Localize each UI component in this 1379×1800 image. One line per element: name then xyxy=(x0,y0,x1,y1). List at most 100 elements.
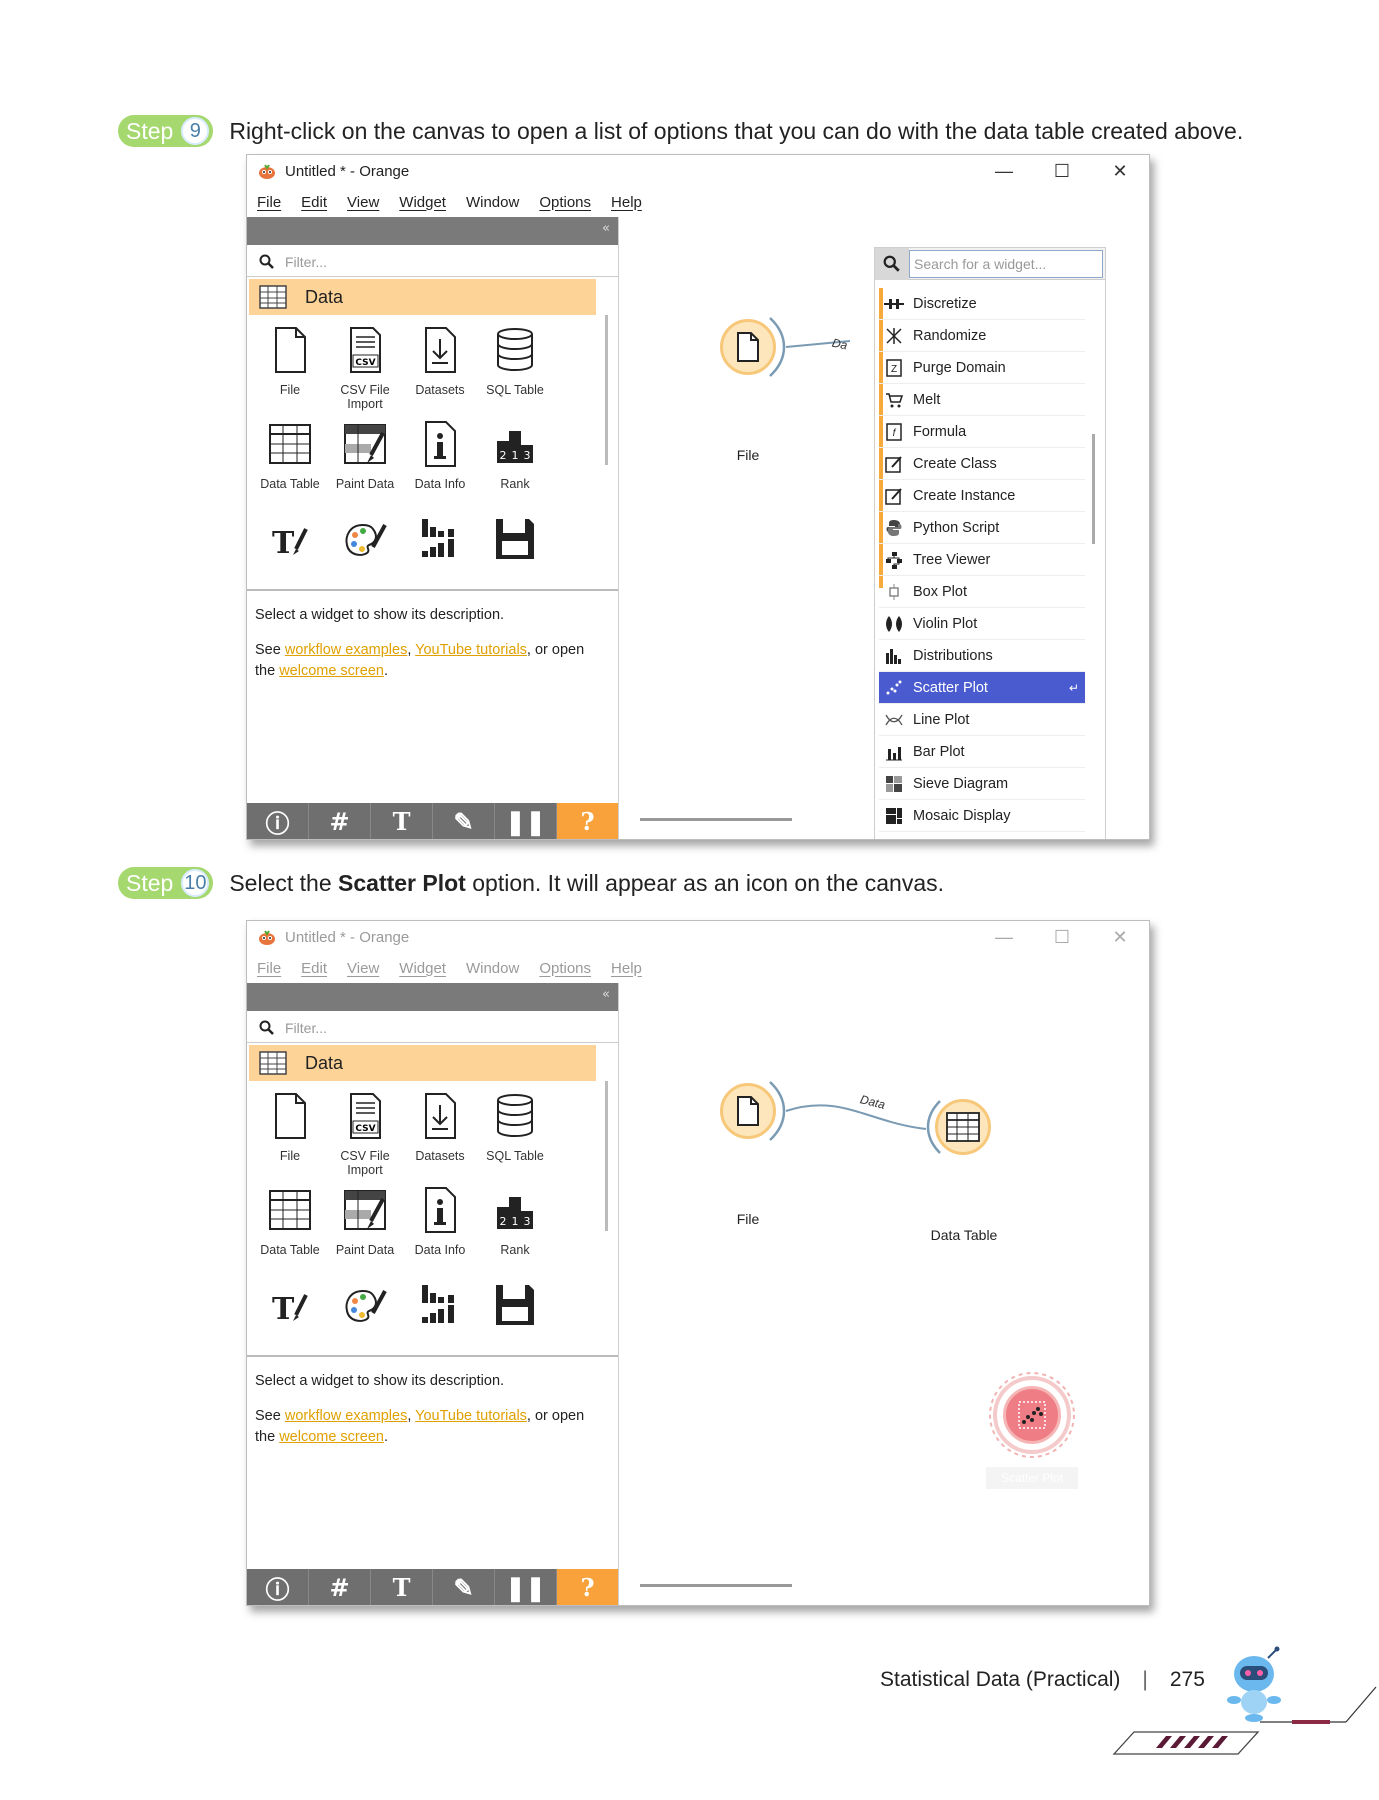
popup-item-discretize[interactable]: Discretize xyxy=(879,288,1085,320)
popup-scrollbar[interactable] xyxy=(1092,434,1095,544)
welcome-screen-link[interactable]: welcome screen xyxy=(279,1429,384,1445)
workflow-examples-link[interactable]: workflow examples xyxy=(285,1408,408,1424)
grid-button[interactable]: # xyxy=(309,1569,371,1605)
popup-item-formula[interactable]: f Formula xyxy=(879,416,1085,448)
minimize-button[interactable]: — xyxy=(975,927,1033,948)
welcome-screen-link[interactable]: welcome screen xyxy=(279,663,384,679)
widget-rank[interactable]: 213 Rank xyxy=(472,419,558,491)
widget-data-info[interactable]: Data Info xyxy=(397,419,483,491)
info-button[interactable]: ⓘ xyxy=(247,1569,309,1605)
popup-item-scatter-plot[interactable]: Scatter Plot ↵ xyxy=(879,672,1085,704)
filter-input[interactable]: Filter... xyxy=(247,247,618,277)
popup-item-tree-viewer[interactable]: Tree Viewer xyxy=(879,544,1085,576)
popup-item-sieve-diagram[interactable]: Sieve Diagram xyxy=(879,768,1085,800)
scatter-plot-node[interactable] xyxy=(1003,1386,1061,1444)
widget-save-data[interactable] xyxy=(472,1279,558,1337)
data-table-node[interactable] xyxy=(935,1099,991,1155)
widget-sql-table[interactable]: SQL Table xyxy=(472,325,558,397)
pause-button[interactable]: ❚❚ xyxy=(495,803,557,839)
collapse-button[interactable]: « xyxy=(602,221,610,236)
help-button[interactable]: ? xyxy=(557,803,618,839)
menu-options[interactable]: Options xyxy=(539,960,591,977)
panel-scrollbar[interactable] xyxy=(605,1081,608,1231)
workflow-canvas[interactable]: File Da Search for a widget... Discretiz… xyxy=(620,217,1149,839)
menu-help[interactable]: Help xyxy=(611,194,642,211)
close-button[interactable]: ✕ xyxy=(1091,927,1149,948)
widget-data-table[interactable]: Data Table xyxy=(247,1185,333,1257)
menu-view[interactable]: View xyxy=(347,960,379,977)
collapse-button[interactable]: « xyxy=(602,987,610,1002)
popup-item-purge-domain[interactable]: Z Purge Domain xyxy=(879,352,1085,384)
widget-paint-data[interactable]: Paint Data xyxy=(322,1185,408,1257)
file-node[interactable] xyxy=(720,1083,776,1139)
menu-help[interactable]: Help xyxy=(611,960,642,977)
youtube-tutorials-link[interactable]: YouTube tutorials xyxy=(415,642,527,658)
widget-sql-table[interactable]: SQL Table xyxy=(472,1091,558,1163)
arrow-annotation-button[interactable]: ✎ xyxy=(433,1569,495,1605)
text-annotation-button[interactable]: T xyxy=(371,1569,433,1605)
minimize-button[interactable]: — xyxy=(975,161,1033,182)
widget-paint-data[interactable]: Paint Data xyxy=(322,419,408,491)
pause-button[interactable]: ❚❚ xyxy=(495,1569,557,1605)
widget-search-input[interactable]: Search for a widget... xyxy=(909,249,1103,278)
widget-edit-domain[interactable]: T xyxy=(247,513,333,571)
menu-widget[interactable]: Widget xyxy=(399,194,446,211)
widget-csv-import[interactable]: CSV CSV File Import xyxy=(322,325,408,411)
menu-options[interactable]: Options xyxy=(539,194,591,211)
scatter-plot-node-label[interactable]: Scatter Plot xyxy=(986,1467,1078,1489)
panel-scrollbar[interactable] xyxy=(605,315,608,465)
popup-item-melt[interactable]: Melt xyxy=(879,384,1085,416)
menu-window[interactable]: Window xyxy=(466,960,519,977)
file-node[interactable] xyxy=(720,319,776,375)
widget-color[interactable] xyxy=(322,513,408,571)
menu-file[interactable]: File xyxy=(257,194,281,211)
workflow-examples-link[interactable]: workflow examples xyxy=(285,642,408,658)
popup-item-violin-plot[interactable]: Violin Plot xyxy=(879,608,1085,640)
widget-rank[interactable]: 213 Rank xyxy=(472,1185,558,1257)
popup-item-create-class[interactable]: Create Class xyxy=(879,448,1085,480)
popup-item-create-instance[interactable]: Create Instance xyxy=(879,480,1085,512)
canvas-scrollbar[interactable] xyxy=(640,818,792,821)
widget-datasets[interactable]: Datasets xyxy=(397,1091,483,1163)
filter-input[interactable]: Filter... xyxy=(247,1013,618,1043)
widget-label: Datasets xyxy=(415,1149,465,1163)
widget-datasets[interactable]: Datasets xyxy=(397,325,483,397)
category-data[interactable]: Data xyxy=(249,279,596,315)
info-button[interactable]: ⓘ xyxy=(247,803,309,839)
popup-item-box-plot[interactable]: Box Plot xyxy=(879,576,1085,608)
close-button[interactable]: ✕ xyxy=(1091,161,1149,182)
widget-save-data[interactable] xyxy=(472,513,558,571)
menu-widget[interactable]: Widget xyxy=(399,960,446,977)
widget-color[interactable] xyxy=(322,1279,408,1337)
widget-data-table[interactable]: Data Table xyxy=(247,419,333,491)
widget-data-info[interactable]: Data Info xyxy=(397,1185,483,1257)
text-annotation-button[interactable]: T xyxy=(371,803,433,839)
menu-file[interactable]: File xyxy=(257,960,281,977)
menu-edit[interactable]: Edit xyxy=(301,960,327,977)
canvas-scrollbar[interactable] xyxy=(640,1584,792,1587)
maximize-button[interactable]: ☐ xyxy=(1033,927,1091,948)
arrow-annotation-button[interactable]: ✎ xyxy=(433,803,495,839)
popup-item-python-script[interactable]: Python Script xyxy=(879,512,1085,544)
menu-edit[interactable]: Edit xyxy=(301,194,327,211)
workflow-canvas[interactable]: File Data Data Table Scatter Plot xyxy=(620,983,1149,1605)
widget-feature-stats[interactable] xyxy=(397,1279,483,1337)
grid-button[interactable]: # xyxy=(309,803,371,839)
widget-file[interactable]: File xyxy=(247,1091,333,1163)
help-button[interactable]: ? xyxy=(557,1569,618,1605)
popup-item-mosaic-display[interactable]: Mosaic Display xyxy=(879,800,1085,832)
popup-item-randomize[interactable]: Randomize xyxy=(879,320,1085,352)
menu-window[interactable]: Window xyxy=(466,194,519,211)
popup-item-bar-plot[interactable]: Bar Plot xyxy=(879,736,1085,768)
popup-item-distributions[interactable]: Distributions xyxy=(879,640,1085,672)
menu-view[interactable]: View xyxy=(347,194,379,211)
youtube-tutorials-link[interactable]: YouTube tutorials xyxy=(415,1408,527,1424)
maximize-button[interactable]: ☐ xyxy=(1033,161,1091,182)
widget-csv-import[interactable]: CSV CSV File Import xyxy=(322,1091,408,1177)
widget-file[interactable]: File xyxy=(247,325,333,397)
popup-item-line-plot[interactable]: Line Plot xyxy=(879,704,1085,736)
widget-edit-domain[interactable]: T xyxy=(247,1279,333,1337)
widget-feature-stats[interactable] xyxy=(397,513,483,571)
palette-icon xyxy=(345,1289,387,1322)
category-data[interactable]: Data xyxy=(249,1045,596,1081)
